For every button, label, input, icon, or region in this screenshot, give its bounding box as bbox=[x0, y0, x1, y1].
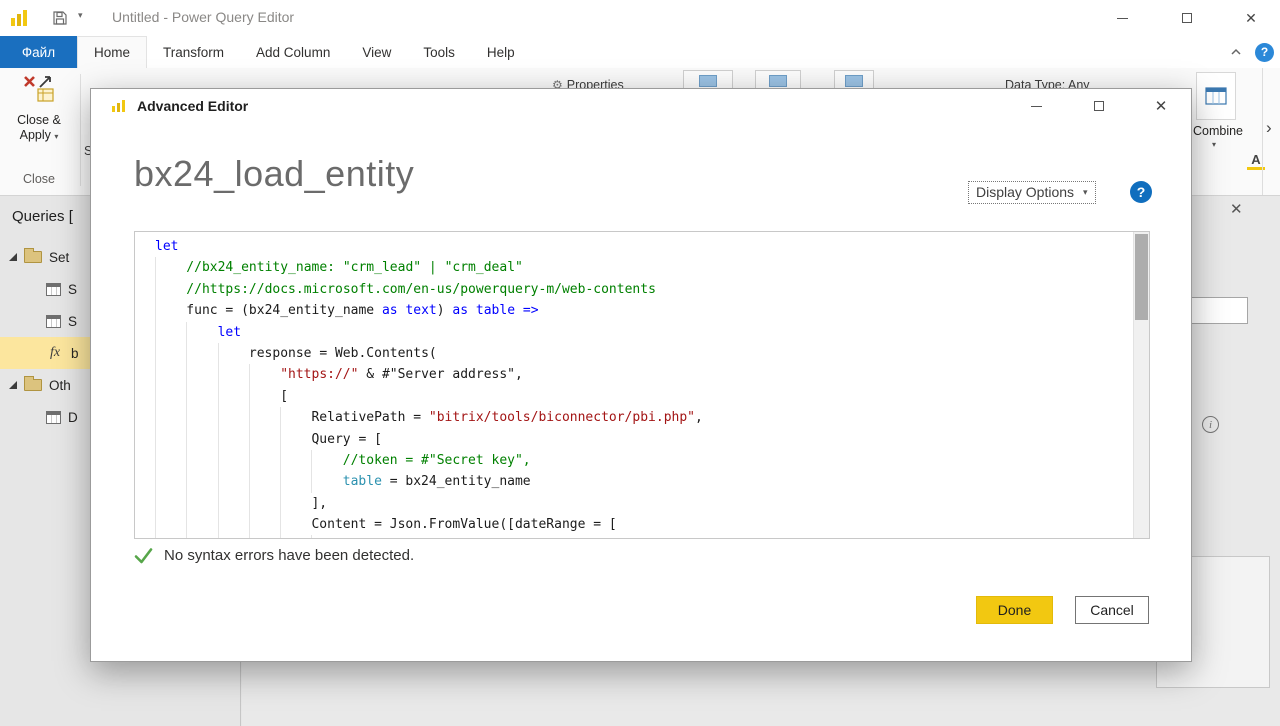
query-name-heading: bx24_load_entity bbox=[134, 153, 414, 195]
code-line: table = bx24_entity_name bbox=[155, 471, 1149, 492]
code-line: func = (bx24_entity_name as text) as tab… bbox=[155, 300, 1149, 321]
quick-access-dropdown-icon[interactable]: ▾ bbox=[78, 10, 83, 21]
scrollbar-track[interactable] bbox=[1133, 232, 1149, 538]
code-editor[interactable]: let//bx24_entity_name: "crm_lead" | "crm… bbox=[134, 231, 1150, 539]
query-item-label: b bbox=[71, 346, 79, 361]
dialog-titlebar: Advanced Editor ✕ bbox=[91, 89, 1191, 125]
close-apply-label-line2: Apply bbox=[20, 128, 51, 142]
chevron-down-icon: ▾ bbox=[1083, 187, 1088, 198]
ribbon-separator bbox=[80, 74, 81, 186]
save-icon[interactable] bbox=[52, 10, 68, 31]
ribbon-group-label-close: Close bbox=[8, 172, 70, 186]
dialog-help-button[interactable]: ? bbox=[1130, 181, 1152, 203]
code-line: [ bbox=[155, 386, 1149, 407]
done-button[interactable]: Done bbox=[976, 596, 1053, 624]
code-line: let bbox=[155, 322, 1149, 343]
expand-triangle-icon[interactable] bbox=[9, 381, 17, 389]
ribbon-tab-transform[interactable]: Transform bbox=[147, 36, 240, 68]
query-item-label: Set bbox=[49, 250, 69, 265]
ribbon-tab-help[interactable]: Help bbox=[471, 36, 531, 68]
title-bar: ▾ Untitled - Power Query Editor ✕ bbox=[0, 0, 1280, 36]
check-icon bbox=[134, 547, 153, 564]
powerbi-logo-icon bbox=[8, 7, 30, 34]
app-window: ▾ Untitled - Power Query Editor ✕ Файл H… bbox=[0, 0, 1280, 726]
code-line: //https://docs.microsoft.com/en-us/power… bbox=[155, 279, 1149, 300]
folder-icon bbox=[24, 251, 42, 263]
query-item-label: S bbox=[68, 314, 77, 329]
ribbon-tab-add-column[interactable]: Add Column bbox=[240, 36, 346, 68]
info-icon: i bbox=[1202, 416, 1219, 433]
dialog-close-button[interactable]: ✕ bbox=[1139, 89, 1183, 123]
ribbon-tab-view[interactable]: View bbox=[346, 36, 407, 68]
code-line: //bx24_entity_name: "crm_lead" | "crm_de… bbox=[155, 257, 1149, 278]
panel-close-icon[interactable]: ✕ bbox=[1230, 200, 1243, 218]
chevron-down-icon: ▾ bbox=[1212, 140, 1216, 149]
window-title: Untitled - Power Query Editor bbox=[112, 9, 294, 25]
close-apply-button[interactable]: Close & Apply ▾ bbox=[8, 74, 70, 144]
file-tab[interactable]: Файл bbox=[0, 36, 77, 68]
ribbon-tab-bar: Файл HomeTransformAdd ColumnViewToolsHel… bbox=[0, 36, 1280, 68]
ribbon-tab-tools[interactable]: Tools bbox=[407, 36, 471, 68]
advanced-editor-icon bbox=[111, 98, 127, 119]
combine-button[interactable] bbox=[1196, 72, 1236, 120]
query-item-label: S bbox=[68, 282, 77, 297]
scrollbar-thumb[interactable] bbox=[1135, 234, 1148, 320]
help-icon[interactable]: ? bbox=[1255, 43, 1274, 62]
code-line: response = Web.Contents( bbox=[155, 343, 1149, 364]
collapse-ribbon-icon[interactable] bbox=[1229, 45, 1243, 59]
combine-button-label: Combine bbox=[1192, 124, 1244, 138]
ribbon-separator bbox=[1262, 68, 1263, 195]
code-line: "https://" & #"Server address", bbox=[155, 364, 1149, 385]
status-text: No syntax errors have been detected. bbox=[164, 547, 414, 564]
function-icon: fx bbox=[46, 345, 64, 361]
code-line: ], bbox=[155, 493, 1149, 514]
table-icon bbox=[46, 315, 61, 328]
dialog-title: Advanced Editor bbox=[137, 98, 248, 114]
cancel-button[interactable]: Cancel bbox=[1075, 596, 1149, 624]
maximize-button[interactable] bbox=[1164, 0, 1210, 36]
query-item-label: D bbox=[68, 410, 78, 425]
table-icon bbox=[845, 75, 863, 87]
code-line: let bbox=[155, 236, 1149, 257]
code-line: Content = Json.FromValue([dateRange = [ bbox=[155, 514, 1149, 535]
combine-icon bbox=[1203, 83, 1229, 109]
dialog-minimize-button[interactable] bbox=[1014, 89, 1058, 123]
table-icon bbox=[46, 411, 61, 424]
folder-icon bbox=[24, 379, 42, 391]
table-icon bbox=[46, 283, 61, 296]
code-line: //token = #"Secret key", bbox=[155, 450, 1149, 471]
minimize-button[interactable] bbox=[1099, 0, 1145, 36]
chevron-down-icon: ▾ bbox=[54, 132, 58, 141]
close-button[interactable]: ✕ bbox=[1228, 0, 1274, 36]
expand-pane-icon[interactable]: › bbox=[1266, 118, 1272, 138]
display-options-label: Display Options bbox=[976, 184, 1074, 200]
code-line: dateFrom = Date.ToText(Date.From(dateFro… bbox=[155, 535, 1149, 539]
table-icon bbox=[769, 75, 787, 87]
close-apply-icon bbox=[22, 91, 56, 108]
syntax-status: No syntax errors have been detected. bbox=[134, 547, 414, 564]
query-item-label: Oth bbox=[49, 378, 71, 393]
table-icon bbox=[699, 75, 717, 87]
dialog-maximize-button[interactable] bbox=[1077, 89, 1121, 123]
code-line: Query = [ bbox=[155, 429, 1149, 450]
advanced-editor-dialog: Advanced Editor ✕ bx24_load_entity Displ… bbox=[90, 88, 1192, 662]
expand-triangle-icon[interactable] bbox=[9, 253, 17, 261]
display-options-dropdown[interactable]: Display Options ▾ bbox=[968, 181, 1096, 204]
close-apply-label-line1: Close & bbox=[8, 113, 70, 128]
code-line: RelativePath = "bitrix/tools/biconnector… bbox=[155, 407, 1149, 428]
ribbon-tab-home[interactable]: Home bbox=[77, 36, 147, 68]
